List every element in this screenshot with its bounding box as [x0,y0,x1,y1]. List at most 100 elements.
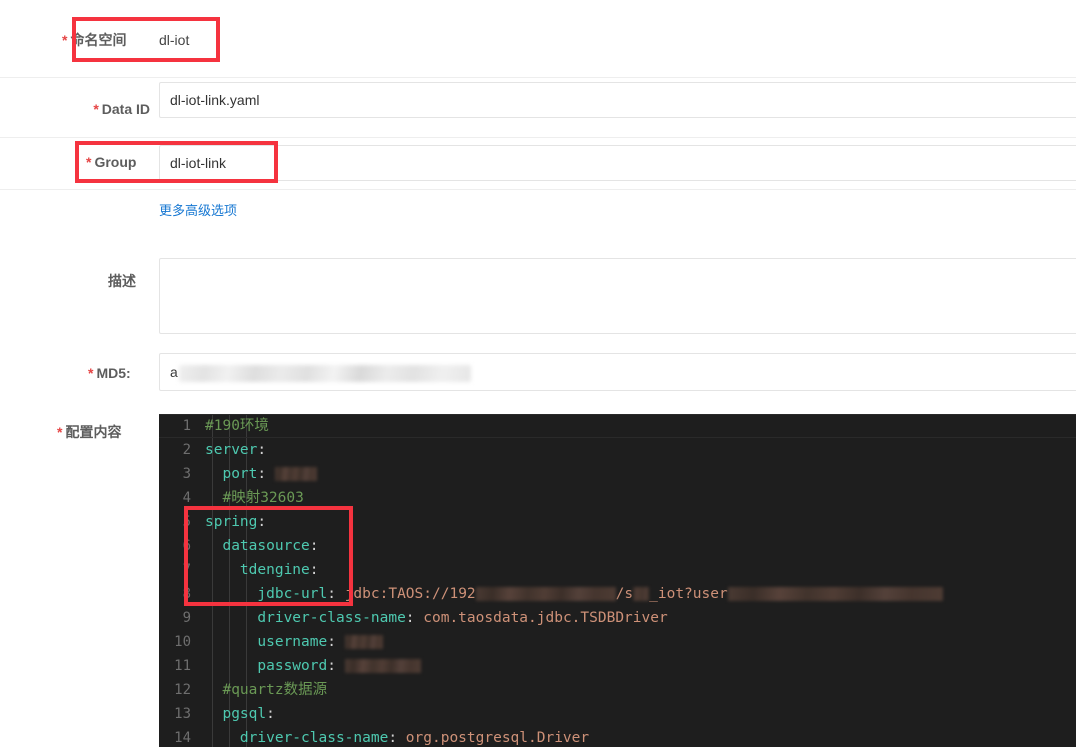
code-token: password [257,658,328,674]
md5-label: * MD5: [88,363,131,383]
line-number: 4 [182,490,191,506]
code-line: 2 server: [159,438,1076,462]
code-token: : [327,658,345,674]
row-divider [0,77,1076,78]
code-line: 4 #映射32603 [159,486,1076,510]
code-token: spring [205,514,258,530]
code-token: : [327,586,345,602]
line-number: 14 [174,730,191,746]
code-token: jdbc-url [257,586,328,602]
required-asterisk: * [62,32,68,48]
group-label-text: Group [94,154,137,170]
code-token: username [257,634,328,650]
data-id-input[interactable]: dl-iot-link.yaml [159,82,1076,118]
required-asterisk: * [57,424,63,440]
line-number: 6 [182,538,191,554]
code-token: : [257,442,267,458]
line-number: 7 [182,562,191,578]
code-line: 14 driver-class-name: org.postgresql.Dri… [159,726,1076,747]
code-token: : [405,610,424,626]
code-token: : [266,706,275,722]
code-token: pgsql [222,706,267,722]
config-content-label: * 配置内容 [57,422,121,442]
code-token: org.postgresql.Driver [405,730,590,746]
description-label: 描述 [108,273,136,289]
data-id-label: * Data ID [93,99,150,119]
namespace-label: * 命名空间 [62,30,126,50]
code-token: tdengine [239,562,310,578]
line-number: 13 [174,706,191,722]
code-token: #映射32603 [222,490,304,506]
namespace-label-text: 命名空间 [70,32,127,48]
md5-label-text: MD5: [96,365,131,381]
code-token: driver-class-name [239,730,389,746]
namespace-value: dl-iot [159,32,190,48]
code-line: 8 jdbc-url: jdbc:TAOS://192/s _iot?user [159,582,1076,606]
code-token: : [327,634,345,650]
line-number: 10 [174,634,191,650]
group-input[interactable]: dl-iot-link [159,145,1076,181]
line-number: 2 [182,442,191,458]
line-number: 12 [174,682,191,698]
redacted-value [344,635,383,649]
code-token: com.taosdata.jdbc.TSDBDriver [423,610,668,626]
redacted-value [727,587,943,601]
code-line: 12 #quartz数据源 [159,678,1076,702]
code-line-list: 1 #190环境 2 server: 3 port: 4 #映射32603 5 spring… [159,414,1076,747]
required-asterisk: * [86,154,92,170]
config-content-label-text: 配置内容 [65,424,122,440]
md5-value-prefix: a [170,364,178,380]
code-token: datasource [222,538,310,554]
code-line: 11 password: [159,654,1076,678]
code-token: : [309,538,319,554]
line-number: 5 [182,514,191,530]
code-token: port [222,466,258,482]
code-token: : [309,562,319,578]
md5-redacted-value [178,364,471,382]
row-divider [0,189,1076,190]
code-token: #190环境 [205,418,269,434]
line-number: 8 [182,586,191,602]
code-line: 3 port: [159,462,1076,486]
more-advanced-options-link[interactable]: 更多高级选项 [159,202,237,220]
config-code-editor[interactable]: 1 #190环境 2 server: 3 port: 4 #映射32603 5 spring… [159,414,1076,747]
code-line: 7 tdengine: [159,558,1076,582]
line-number: 3 [182,466,191,482]
md5-input[interactable]: a [159,353,1076,391]
code-token: server [205,442,258,458]
required-asterisk: * [88,365,94,381]
row-divider [0,137,1076,138]
line-number: 1 [182,418,191,434]
redacted-value [344,659,421,673]
code-line: 1 #190环境 [159,414,1076,438]
line-number: 11 [174,658,191,674]
config-edit-page: * 命名空间 dl-iot * Data ID dl-iot-link.yaml *… [0,0,1076,747]
redacted-value [633,587,650,601]
code-token: #quartz数据源 [222,682,328,698]
code-line: 13 pgsql: [159,702,1076,726]
code-token: : [257,514,267,530]
redacted-value [475,587,616,601]
code-line: 9 driver-class-name: com.taosdata.jdbc.T… [159,606,1076,630]
code-token: : [388,730,406,746]
code-token: _iot?user [649,586,728,602]
data-id-label-text: Data ID [101,101,150,117]
code-line: 5 spring: [159,510,1076,534]
code-line: 10 username: [159,630,1076,654]
code-token: driver-class-name [257,610,406,626]
redacted-value [274,467,317,481]
description-textarea[interactable] [159,258,1076,334]
code-token: /s [615,586,634,602]
required-asterisk: * [93,101,99,117]
